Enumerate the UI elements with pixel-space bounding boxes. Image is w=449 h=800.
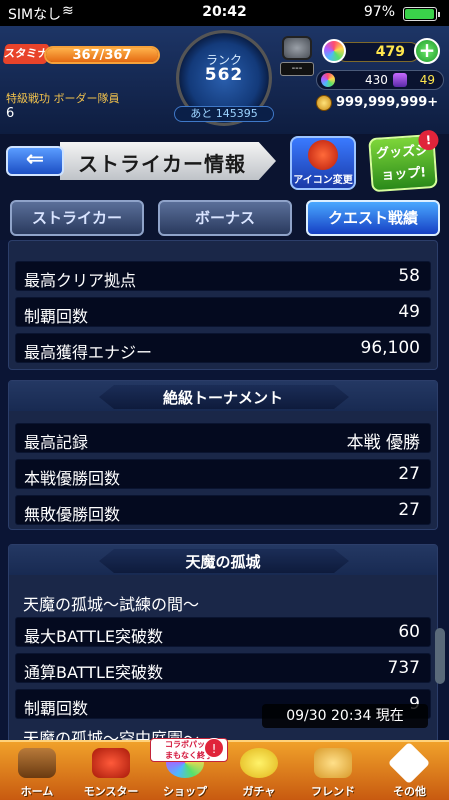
- nav-other[interactable]: その他: [370, 741, 449, 800]
- secondary-value-2: 49: [419, 73, 435, 87]
- stat-label: 無敗優勝回数: [24, 505, 121, 524]
- subsection-title: 天魔の孤城～試練の間～: [23, 595, 200, 614]
- icon-change-label: アイコン変更: [293, 175, 353, 186]
- section-tournament: 絶級トーナメント 最高記録 本戦 優勝 本戦優勝回数 27 無敗優勝回数 27: [8, 380, 438, 530]
- stat-label: 制覇回数: [24, 307, 89, 326]
- stat-row: 最大BATTLE突破数 60: [15, 617, 431, 647]
- nav-monster[interactable]: モンスター: [74, 742, 148, 800]
- section-title: 天魔の孤城: [185, 553, 261, 571]
- stat-row: 最高クリア拠点 58: [15, 261, 431, 291]
- stat-value: 49: [398, 302, 420, 322]
- stat-label: 最高獲得エナジー: [24, 343, 153, 362]
- monster-icon: [308, 140, 338, 170]
- buy-orbs-button[interactable]: +: [414, 38, 440, 64]
- orb-count: 479: [375, 44, 405, 60]
- battery-icon: [403, 7, 440, 21]
- player-title-value: 6: [6, 106, 15, 121]
- ticket-icon: [393, 73, 407, 87]
- stat-value: 60: [398, 622, 420, 642]
- tab-striker[interactable]: ストライカー: [10, 200, 144, 236]
- scrollbar[interactable]: [435, 628, 445, 684]
- title-bar: ストライカー情報 ⇐ アイコン変更 グッズショップ! !: [0, 129, 449, 193]
- nav-gacha[interactable]: ガチャ: [222, 742, 296, 800]
- nav-friend[interactable]: フレンド: [296, 742, 370, 800]
- section-top: 最高クリア拠点 58 制覇回数 49 最高獲得エナジー 96,100: [8, 240, 438, 370]
- stat-label: 最高クリア拠点: [24, 271, 137, 290]
- tab-bar: ストライカー ボーナス クエスト戦績: [0, 196, 449, 240]
- goods-shop-button[interactable]: グッズショップ! !: [368, 129, 440, 193]
- stat-row: 無敗優勝回数 27: [15, 495, 431, 525]
- section-header: 絶級トーナメント: [9, 381, 437, 411]
- item-pad-button[interactable]: ---: [280, 36, 314, 76]
- stamina-value: 367/367: [72, 48, 132, 63]
- stat-label: 通算BATTLE突破数: [24, 663, 163, 682]
- section-header: 天魔の孤城: [9, 545, 437, 575]
- orb-icon: [322, 39, 346, 63]
- back-button[interactable]: ⇐: [6, 146, 64, 176]
- coin-counter: 999,999,999+: [316, 94, 444, 112]
- stat-row: 通算BATTLE突破数 737: [15, 653, 431, 683]
- stat-row: 最高記録 本戦 優勝: [15, 423, 431, 453]
- stat-label: 最大BATTLE突破数: [24, 627, 163, 646]
- stat-value: 27: [398, 500, 420, 520]
- friend-icon: [314, 748, 352, 778]
- tab-quest-record[interactable]: クエスト戦績: [306, 200, 440, 236]
- tab-bonus[interactable]: ボーナス: [158, 200, 292, 236]
- question-icon: [387, 741, 431, 785]
- stat-label: 本戦優勝回数: [24, 469, 121, 488]
- stat-value: 96,100: [360, 338, 420, 358]
- secondary-value-1: 430: [365, 73, 388, 87]
- stat-label: 制覇回数: [24, 699, 89, 718]
- item-pad-label: ---: [280, 62, 314, 76]
- secondary-currency-row: 430 49: [316, 70, 444, 90]
- mini-orb-icon: [321, 73, 335, 87]
- stat-value: 27: [398, 464, 420, 484]
- stat-value: 58: [398, 266, 420, 286]
- stat-label: 最高記録: [24, 433, 89, 452]
- rank-value: 562: [204, 65, 244, 85]
- stat-row: 本戦優勝回数 27: [15, 459, 431, 489]
- collab-pack-badge: !: [204, 738, 224, 758]
- stamina-bar: 367/367: [44, 46, 160, 64]
- stat-row: 最高獲得エナジー 96,100: [15, 333, 431, 363]
- stamina-gauge: スタミナ 367/367: [2, 40, 160, 66]
- section-title: 絶級トーナメント: [162, 389, 283, 407]
- icon-change-button[interactable]: アイコン変更: [290, 136, 356, 190]
- orb-counter: 479 +: [322, 38, 440, 64]
- battery-percent: 97%: [363, 4, 395, 20]
- item-pad-icon: [282, 36, 312, 60]
- coin-icon: [316, 95, 332, 111]
- stat-value: 737: [387, 658, 420, 678]
- page-title: ストライカー情報: [78, 152, 246, 176]
- home-icon: [18, 748, 56, 778]
- goods-shop-label: グッズショップ!: [375, 143, 429, 184]
- stamina-label: スタミナ: [2, 44, 50, 64]
- stats-list[interactable]: 最高クリア拠点 58 制覇回数 49 最高獲得エナジー 96,100 絶級トーナ…: [0, 240, 449, 740]
- data-timestamp: 09/30 20:34 現在: [262, 704, 428, 728]
- coin-value: 999,999,999+: [336, 95, 439, 110]
- exp-remaining: あと 145395: [174, 106, 274, 122]
- monster-icon: [92, 748, 130, 778]
- gacha-icon: [240, 748, 278, 778]
- player-title-label: 特級戦功 ボーダー隊員: [6, 92, 120, 105]
- status-bar: SIMなし ≋ 20:42 97%: [0, 0, 449, 26]
- stat-value: 本戦 優勝: [346, 433, 420, 453]
- nav-home[interactable]: ホーム: [0, 742, 74, 800]
- goods-shop-badge: !: [417, 129, 440, 151]
- stat-row: 制覇回数 49: [15, 297, 431, 327]
